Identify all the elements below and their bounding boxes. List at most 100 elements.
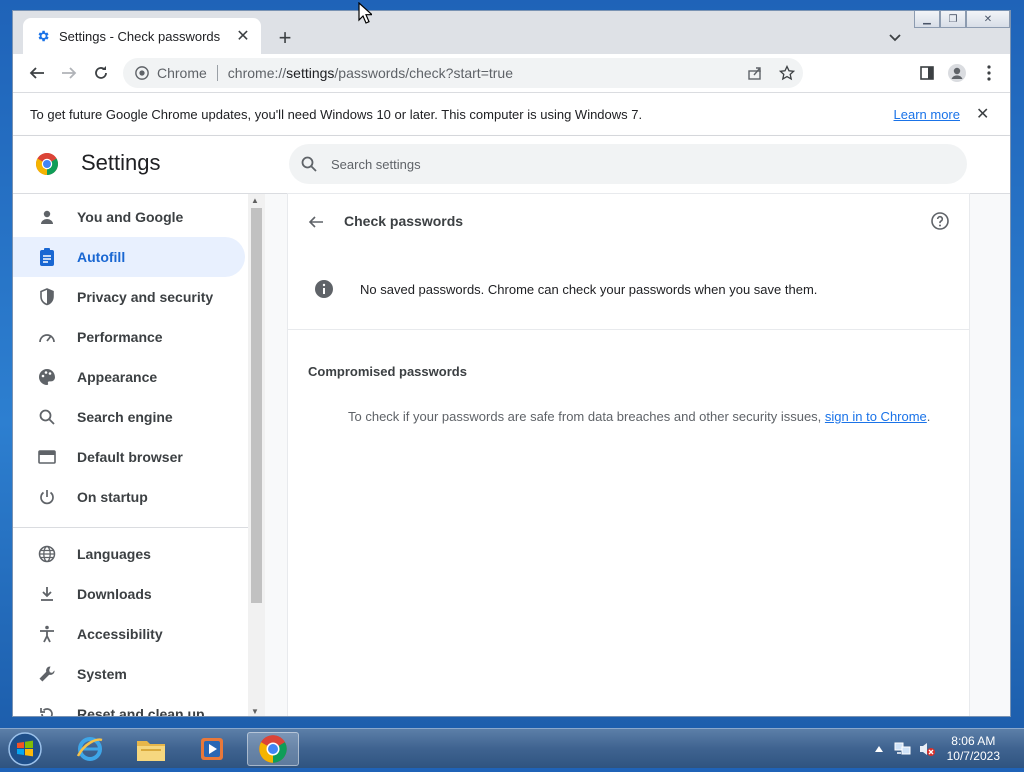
page-title: Check passwords xyxy=(344,213,464,229)
sign-in-link[interactable]: sign in to Chrome xyxy=(825,409,927,424)
sidebar-item-appearance[interactable]: Appearance xyxy=(13,357,245,397)
back-arrow-icon[interactable] xyxy=(21,57,53,89)
taskbar-clock[interactable]: 8:06 AM 10/7/2023 xyxy=(947,734,1000,764)
sidebar-item-label: Accessibility xyxy=(77,626,163,642)
clock-time: 8:06 AM xyxy=(951,734,996,748)
sidebar-item-label: Autofill xyxy=(77,249,126,265)
profile-avatar-icon[interactable] xyxy=(941,57,973,89)
mouse-cursor-icon xyxy=(358,2,372,24)
network-icon[interactable] xyxy=(893,739,913,759)
search-icon xyxy=(37,407,57,427)
minimize-button[interactable]: ▁ xyxy=(914,11,940,28)
scrollbar-thumb[interactable] xyxy=(251,208,262,603)
download-icon xyxy=(37,584,57,604)
sidebar-item-performance[interactable]: Performance xyxy=(13,317,245,357)
palette-icon xyxy=(37,367,57,387)
infobar-close-icon[interactable]: ✕ xyxy=(976,104,996,124)
restore-button[interactable]: ❐ xyxy=(940,11,966,28)
sidebar-item-autofill[interactable]: Autofill xyxy=(13,237,245,277)
sidebar-item-reset[interactable]: Reset and clean up xyxy=(13,694,245,717)
share-icon[interactable] xyxy=(739,57,771,89)
sidebar-item-privacy[interactable]: Privacy and security xyxy=(13,277,245,317)
star-icon[interactable] xyxy=(771,57,803,89)
site-name: Chrome xyxy=(157,65,207,81)
infobar-message: To get future Google Chrome updates, you… xyxy=(30,106,643,122)
sidebar-item-label: Search engine xyxy=(77,409,173,425)
check-passwords-card: Check passwords No saved passwords. Chro… xyxy=(288,194,969,716)
show-hidden-icons-icon[interactable] xyxy=(869,739,889,759)
browser-toolbar: Chrome chrome://settings/passwords/check… xyxy=(13,54,1010,92)
sidebar-item-label: On startup xyxy=(77,489,148,505)
sidebar-item-label: Performance xyxy=(77,329,163,345)
reload-icon[interactable] xyxy=(85,57,117,89)
sidebar-item-system[interactable]: System xyxy=(13,654,245,694)
sidebar-item-label: System xyxy=(77,666,127,682)
sidebar-item-label: You and Google xyxy=(77,209,184,225)
tab-strip: Settings - Check passwords ✕ + ▁ ❐ ✕ xyxy=(13,11,1010,54)
close-window-button[interactable]: ✕ xyxy=(966,11,1010,28)
sidebar-item-label: Appearance xyxy=(77,369,158,385)
clipboard-icon xyxy=(37,247,57,267)
more-menu-icon[interactable] xyxy=(973,57,1005,89)
search-icon xyxy=(301,156,317,172)
back-arrow-icon[interactable] xyxy=(304,210,328,234)
new-tab-button[interactable]: + xyxy=(273,25,297,50)
power-icon xyxy=(37,487,57,507)
accessibility-icon xyxy=(37,624,57,644)
tab-settings[interactable]: Settings - Check passwords ✕ xyxy=(23,18,261,54)
start-button[interactable] xyxy=(6,731,44,767)
sidebar-item-accessibility[interactable]: Accessibility xyxy=(13,614,245,654)
sidebar-item-label: Downloads xyxy=(77,586,152,602)
sidebar-item-label: Languages xyxy=(77,546,151,562)
scroll-up-arrow-icon[interactable]: ▲ xyxy=(251,196,259,205)
section-title: Compromised passwords xyxy=(308,364,467,379)
sidebar-divider xyxy=(13,527,248,528)
update-infobar: To get future Google Chrome updates, you… xyxy=(13,92,1010,136)
status-message: No saved passwords. Chrome can check you… xyxy=(360,282,818,297)
help-icon[interactable] xyxy=(929,210,951,232)
compromised-description: To check if your passwords are safe from… xyxy=(348,409,931,424)
sidebar-item-search-engine[interactable]: Search engine xyxy=(13,397,245,437)
scroll-down-arrow-icon[interactable]: ▼ xyxy=(251,707,259,716)
file-explorer-icon[interactable] xyxy=(125,732,177,766)
media-player-icon[interactable] xyxy=(186,732,238,766)
side-panel-icon[interactable] xyxy=(911,57,943,89)
browser-window: Settings - Check passwords ✕ + ▁ ❐ ✕ Chr… xyxy=(12,10,1011,717)
sidebar-item-on-startup[interactable]: On startup xyxy=(13,477,245,517)
chrome-icon[interactable] xyxy=(247,732,299,766)
sidebar-item-languages[interactable]: Languages xyxy=(13,534,245,574)
address-bar[interactable]: Chrome chrome://settings/passwords/check… xyxy=(123,58,803,88)
learn-more-link[interactable]: Learn more xyxy=(894,107,960,122)
password-status-row: No saved passwords. Chrome can check you… xyxy=(288,249,969,330)
url-text: chrome://settings/passwords/check?start=… xyxy=(227,65,513,81)
system-tray: 8:06 AM 10/7/2023 xyxy=(867,729,1024,769)
info-icon xyxy=(314,279,334,299)
site-info[interactable]: Chrome xyxy=(135,65,207,81)
forward-arrow-icon[interactable] xyxy=(53,57,85,89)
browser-window-icon xyxy=(37,447,57,467)
chrome-logo-icon xyxy=(35,152,59,176)
tab-title: Settings - Check passwords xyxy=(59,28,221,44)
chevron-down-icon[interactable] xyxy=(883,26,907,50)
clock-date: 10/7/2023 xyxy=(946,749,1000,763)
internet-explorer-icon[interactable] xyxy=(64,732,116,766)
settings-header: Settings Search settings xyxy=(13,136,1010,194)
sidebar-item-label: Reset and clean up xyxy=(77,706,205,717)
sidebar-item-label: Privacy and security xyxy=(77,289,214,305)
windows-taskbar: 8:06 AM 10/7/2023 xyxy=(0,728,1024,768)
gear-icon xyxy=(35,28,51,44)
window-controls: ▁ ❐ ✕ xyxy=(914,11,1010,28)
globe-icon xyxy=(37,544,57,564)
volume-muted-icon[interactable] xyxy=(917,739,937,759)
chrome-logo-icon xyxy=(135,66,149,80)
search-settings-input[interactable]: Search settings xyxy=(289,144,967,184)
sidebar-item-default-browser[interactable]: Default browser xyxy=(13,437,245,477)
sidebar-item-you-and-google[interactable]: You and Google xyxy=(13,197,245,237)
tab-close-icon[interactable]: ✕ xyxy=(233,26,253,46)
speedometer-icon xyxy=(37,327,57,347)
sidebar-item-downloads[interactable]: Downloads xyxy=(13,574,245,614)
reset-icon xyxy=(37,704,57,716)
sidebar-scrollbar[interactable]: ▲ ▼ xyxy=(248,194,265,716)
shield-icon xyxy=(37,287,57,307)
settings-sidebar: You and Google Autofill Privacy and secu… xyxy=(13,194,248,717)
